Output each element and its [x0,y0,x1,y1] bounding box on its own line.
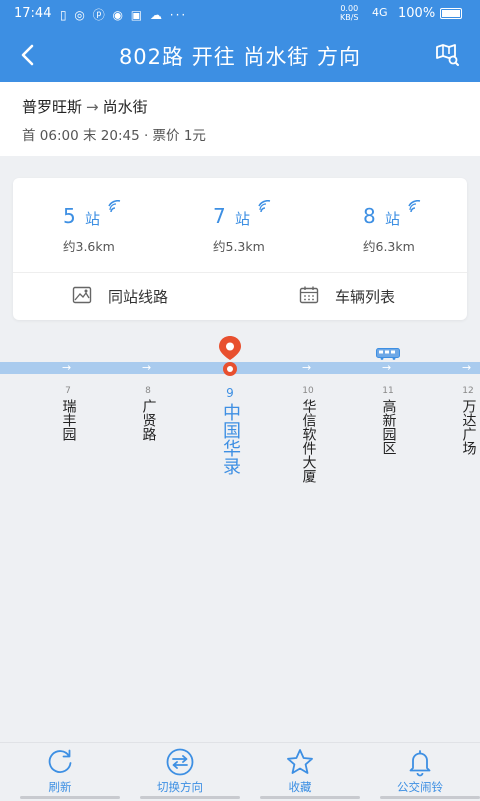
route-to: 尚水街 [102,98,148,116]
station-stop[interactable]: 10 华信软件大厦 [297,386,319,483]
net-speed: 0.00 KB/S [340,4,359,22]
net-speed-unit: KB/S [340,13,359,22]
arrival-distance: 约5.3km [213,239,265,254]
battery-percent: 100% [398,6,436,21]
title-bar: 802路 开往 尚水街 方向 [0,28,480,82]
chevron-left-icon[interactable] [16,42,40,68]
map-search-icon[interactable] [434,42,460,68]
calendar-icon [299,286,319,304]
home-indicator-segment [380,796,480,799]
arrival-stop-count: 5 [63,204,76,228]
arrival-card: 5 站 约3.6km 7 站 约5.3km 8 站 约6.3km 同站线路 车辆… [13,178,467,320]
station-number: 10 [302,386,314,396]
arrival-stop-count: 7 [213,204,226,228]
station-name: 高新园区 [380,399,397,455]
station-name: 万达广场 [460,399,477,455]
switch-direction-label: 切换方向 [157,780,203,794]
arrival-stop-unit: 站 [385,210,401,228]
station-name: 中国华录 [220,403,241,475]
direction-arrow: → [62,361,72,374]
bus-icon [376,348,400,360]
card-divider [13,272,467,273]
station-stop[interactable]: 12 万达广场 [457,386,479,455]
route-arrow: → [86,98,99,116]
bell-icon [409,750,431,777]
direction-arrow: → [302,361,312,374]
station-stop[interactable]: 8 广贤路 [137,386,159,441]
vehicle-list-button[interactable]: 车辆列表 [299,284,449,308]
favorite-button[interactable]: 收藏 [260,747,340,795]
station-stop-current[interactable]: 9 中国华录 [217,386,243,475]
refresh-icon [48,749,72,773]
signal-indicator: 4G [372,6,388,19]
realtime-signal-icon [408,200,421,213]
station-number: 12 [462,386,474,396]
vehicle-list-label: 车辆列表 [335,288,396,306]
bus-alarm-label: 公交闹铃 [397,780,443,794]
status-bar: 17:44 ▯ ◎ ⓟ ◉ ▣ ☁ ··· 0.00 KB/S 4G 100% [0,0,480,28]
route-schedule: 首 06:00 末 20:45 · 票价 1元 [22,128,206,144]
favorite-label: 收藏 [288,780,312,794]
battery-icon [440,8,462,19]
switch-direction-icon [166,748,194,776]
station-number: 8 [145,386,151,396]
station-number: 11 [382,386,394,396]
route-info: 普罗旺斯 → 尚水街 首 06:00 末 20:45 · 票价 1元 [0,82,480,156]
status-time: 17:44 [14,6,52,21]
refresh-label: 刷新 [48,780,72,794]
net-speed-value: 0.00 [340,4,359,13]
notification-icons: ▯ ◎ ⓟ ◉ ▣ ☁ ··· [60,8,188,22]
same-station-routes-label: 同站线路 [108,288,169,306]
realtime-signal-icon [108,200,121,213]
station-stop[interactable]: 11 高新园区 [377,386,399,455]
home-indicator-segment [260,796,360,799]
switch-direction-button[interactable]: 切换方向 [140,747,220,795]
station-name: 广贤路 [140,399,157,441]
arrival-distance: 约3.6km [63,239,115,254]
arrival-stop-count: 8 [363,204,376,228]
route-terminals: 普罗旺斯 → 尚水街 [22,96,148,117]
current-location-pin-icon [219,336,241,376]
station-stop[interactable]: 7 瑞丰园 [57,386,79,441]
route-from: 普罗旺斯 [22,98,83,116]
direction-arrow: → [382,361,392,374]
home-indicator [0,796,480,800]
arrival-stop-unit: 站 [85,210,101,228]
refresh-button[interactable]: 刷新 [20,747,100,795]
station-number: 7 [65,386,71,396]
station-name: 瑞丰园 [60,399,77,441]
page-title: 802路 开往 尚水街 方向 [118,45,362,69]
home-indicator-segment [20,796,120,799]
arrival-stop-unit: 站 [235,210,251,228]
station-number: 9 [226,386,234,400]
home-indicator-segment [140,796,240,799]
arrival-distance: 约6.3km [363,239,415,254]
bottom-nav: 刷新 切换方向 收藏 公交闹铃 [0,742,480,801]
arrival-list: 5 站 约3.6km 7 站 约5.3km 8 站 约6.3km [13,178,467,272]
station-name: 华信软件大厦 [300,399,317,483]
image-route-icon [72,286,92,304]
direction-arrow: → [142,361,152,374]
direction-arrow: → [462,361,472,374]
same-station-routes-button[interactable]: 同站线路 [72,284,222,308]
bus-alarm-button[interactable]: 公交闹铃 [380,747,460,795]
realtime-signal-icon [258,200,271,213]
star-icon [287,749,313,774]
